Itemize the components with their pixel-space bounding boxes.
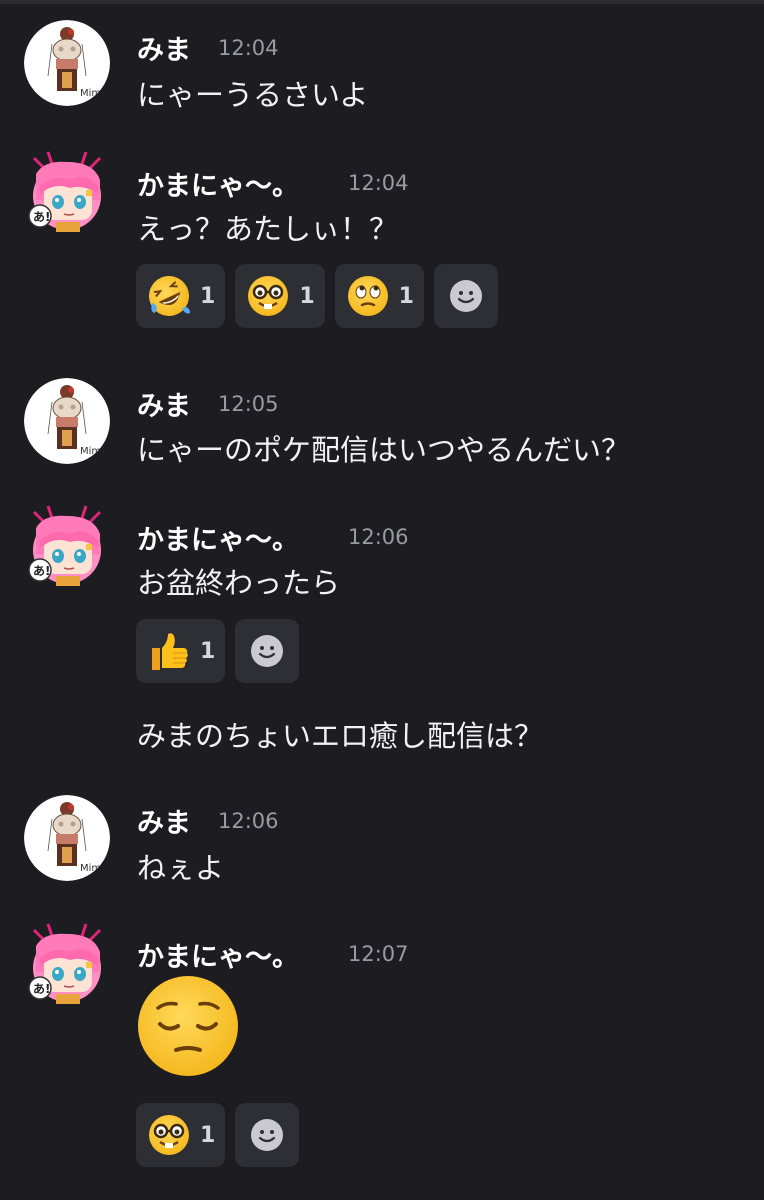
- message-text: にゃーのポケ配信はいつやるんだい？: [137, 433, 631, 467]
- add-reaction-button[interactable]: [235, 1103, 300, 1167]
- timestamp: 12:06: [218, 809, 279, 833]
- message-text: にゃーうるさいよ: [137, 78, 369, 112]
- username[interactable]: みま: [137, 28, 191, 67]
- reaction-count: 1: [200, 638, 216, 664]
- username[interactable]: かまにゃ〜。: [137, 518, 299, 557]
- kamanya-avatar[interactable]: [24, 150, 110, 236]
- reaction-nerd-face[interactable]: 1: [235, 264, 325, 328]
- message-text: お盆終わったら: [137, 566, 341, 600]
- mima-avatar[interactable]: [24, 795, 110, 881]
- message-text-followup: みまのちょいエロ癒し配信は？: [137, 719, 544, 753]
- add-reaction-button[interactable]: [433, 264, 498, 328]
- reaction-count: 1: [200, 1122, 216, 1148]
- reaction-bar: 1: [136, 1103, 300, 1167]
- nerd-face-emoji: [245, 273, 291, 319]
- face-with-rolling-eyes-emoji: [345, 273, 391, 319]
- timestamp: 12:05: [218, 392, 279, 416]
- reaction-rolling-eyes[interactable]: 1: [334, 264, 424, 328]
- timestamp: 12:07: [348, 942, 409, 966]
- top-divider: [0, 0, 764, 4]
- smiley-add-reaction-icon: [250, 1118, 284, 1152]
- timestamp: 12:06: [348, 525, 409, 549]
- username[interactable]: みま: [137, 384, 191, 423]
- kamanya-avatar[interactable]: [24, 504, 110, 590]
- mima-avatar[interactable]: [24, 378, 110, 464]
- reaction-nerd-face[interactable]: 1: [136, 1103, 226, 1167]
- rofl-emoji: [146, 273, 192, 319]
- mima-avatar[interactable]: [24, 20, 110, 106]
- reaction-bar: 1: [136, 619, 300, 683]
- reaction-count: 1: [200, 283, 216, 309]
- message-text: えっ？あたしぃ！？: [137, 212, 399, 246]
- reaction-count: 1: [398, 283, 414, 309]
- timestamp: 12:04: [348, 171, 409, 195]
- reaction-count: 1: [299, 283, 315, 309]
- message-text: ねぇよ: [137, 851, 225, 885]
- smiley-add-reaction-icon: [250, 634, 284, 668]
- kamanya-avatar[interactable]: [24, 922, 110, 1008]
- username[interactable]: かまにゃ〜。: [137, 935, 299, 974]
- username[interactable]: かまにゃ〜。: [137, 164, 299, 203]
- timestamp: 12:04: [218, 36, 279, 60]
- add-reaction-button[interactable]: [235, 619, 300, 683]
- nerd-face-emoji: [146, 1112, 192, 1158]
- username[interactable]: みま: [137, 801, 191, 840]
- reaction-rofl[interactable]: 1: [136, 264, 226, 328]
- reaction-bar: 1 1 1: [136, 264, 498, 328]
- reaction-thumbs-up[interactable]: 1: [136, 619, 226, 683]
- smiley-add-reaction-icon: [449, 279, 483, 313]
- pensive-face-emoji: [136, 974, 240, 1078]
- thumbs-up-emoji: [146, 628, 192, 674]
